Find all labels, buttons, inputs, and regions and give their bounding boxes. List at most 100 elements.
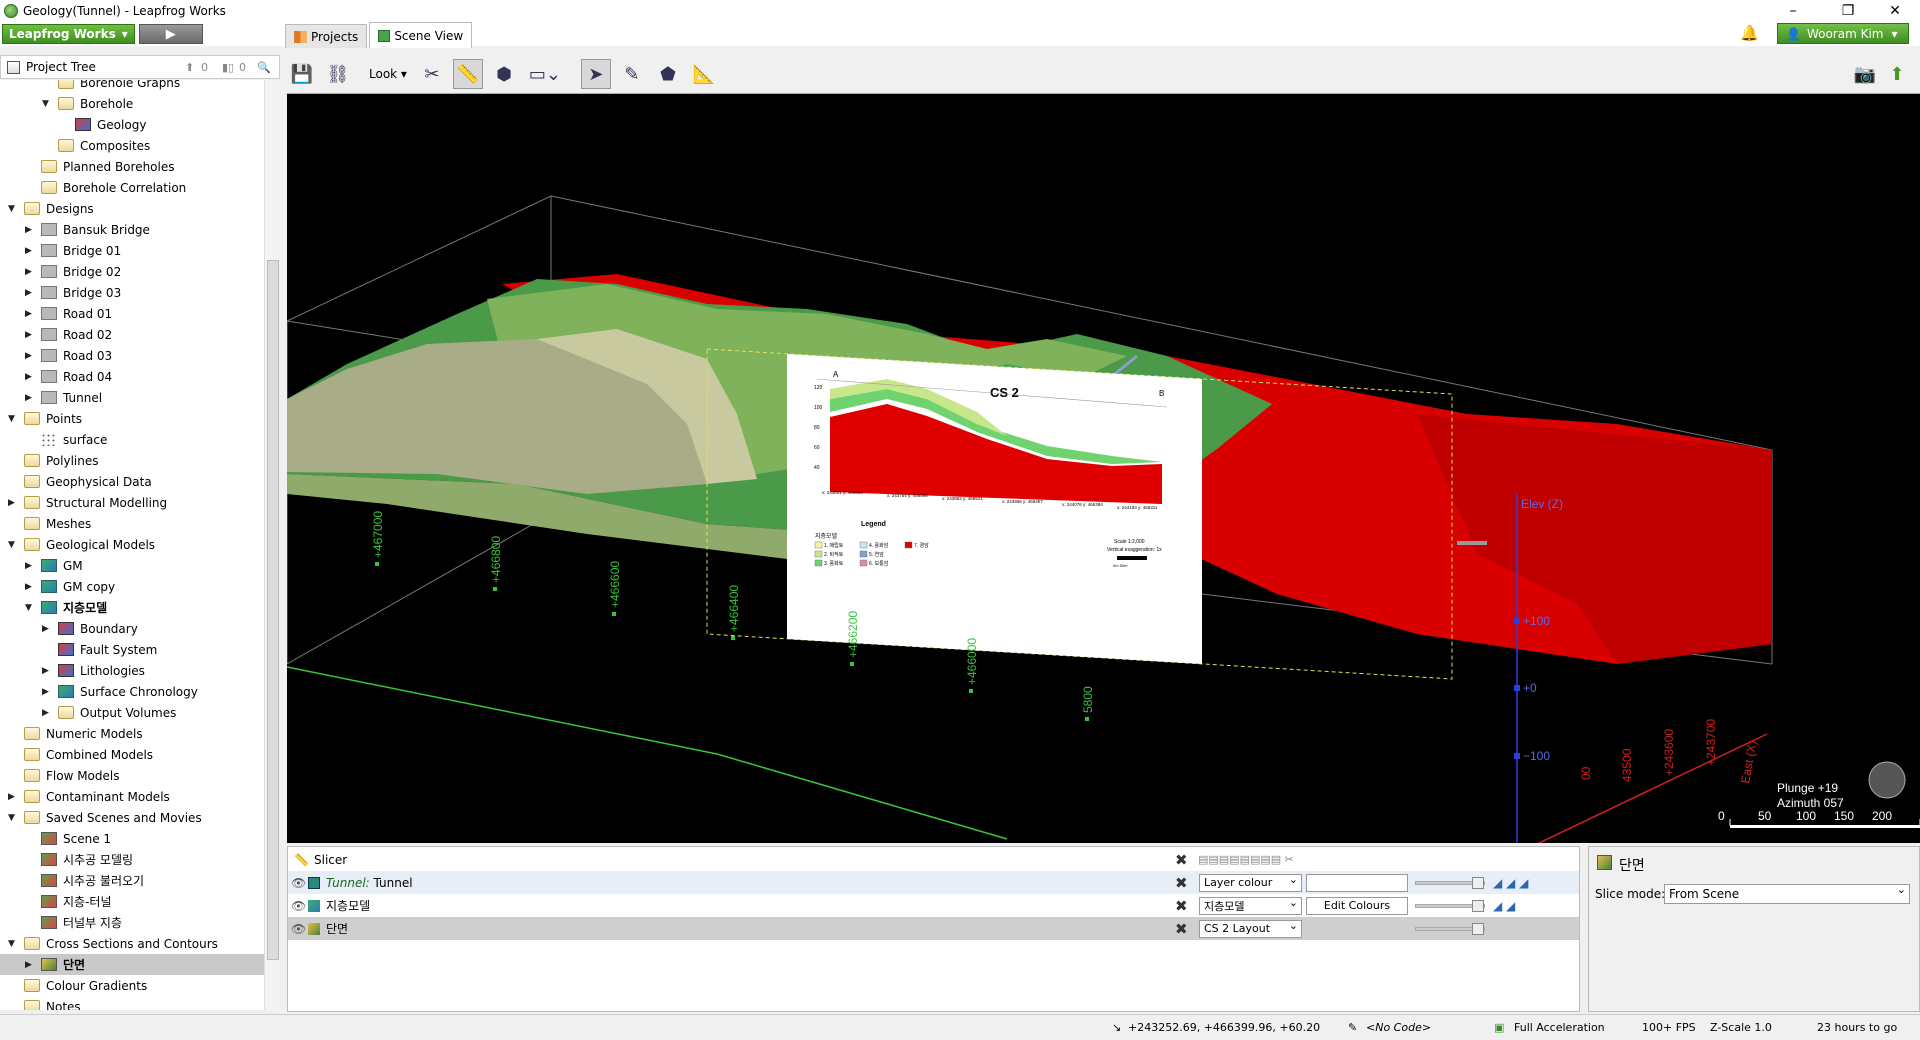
notifications-bell-icon[interactable]: 🔔: [1740, 24, 1759, 42]
expand-toggle-icon[interactable]: ▶: [42, 624, 54, 634]
tree-item[interactable]: Composites: [0, 135, 264, 156]
save-scene-icon[interactable]: 💾: [287, 59, 317, 89]
ruler-tool-icon[interactable]: 📏: [452, 59, 483, 89]
tree-item[interactable]: ▶ Road 01: [0, 303, 264, 324]
tree-item[interactable]: ▼ Points: [0, 408, 264, 429]
tree-item[interactable]: Meshes: [0, 513, 264, 534]
tree-item[interactable]: ▶ Lithologies: [0, 660, 264, 681]
app-menu-button[interactable]: Leapfrog Works ▾: [2, 24, 135, 44]
layout-dropdown-section[interactable]: CS 2 Layout: [1199, 919, 1302, 938]
tunnel-filter-field[interactable]: [1306, 873, 1408, 892]
draw-line-icon[interactable]: ✎: [617, 59, 647, 89]
expand-toggle-icon[interactable]: ▶: [25, 582, 37, 592]
tab-scene-view[interactable]: Scene View: [369, 22, 473, 48]
visibility-eye-icon[interactable]: 👁: [291, 922, 306, 936]
tree-item[interactable]: Combined Models: [0, 744, 264, 765]
maximize-button[interactable]: ❐: [1825, 0, 1871, 22]
edit-colours-button[interactable]: Edit Colours: [1306, 896, 1408, 915]
scene-canvas[interactable]: CS 2 A B 120 100 80 60 40 x: 243601 y: 46665…: [287, 94, 1920, 843]
remove-tunnel-icon[interactable]: ✖: [1175, 874, 1188, 892]
select-tool-icon[interactable]: ➤: [580, 59, 611, 89]
expand-toggle-icon[interactable]: ▶: [25, 309, 37, 319]
user-menu-button[interactable]: 👤 Wooram Kim ▾: [1777, 23, 1909, 44]
tree-item[interactable]: ▶ Structural Modelling: [0, 492, 264, 513]
tree-item[interactable]: Geology: [0, 114, 264, 135]
sort-up-icon[interactable]: ⬆: [185, 61, 194, 74]
slicer-box-icon[interactable]: ▭⌄: [525, 59, 565, 89]
expand-toggle-icon[interactable]: ▼: [8, 414, 20, 424]
move-plane-icon[interactable]: ⬢: [489, 59, 519, 89]
tree-item[interactable]: Notes: [0, 996, 264, 1010]
expand-toggle-icon[interactable]: ▶: [25, 561, 37, 571]
tree-item[interactable]: ▶ Bridge 02: [0, 261, 264, 282]
tree-item[interactable]: ▶ 단면: [0, 954, 264, 975]
expand-toggle-icon[interactable]: ▶: [25, 393, 37, 403]
opacity-slider-tunnel[interactable]: [1415, 876, 1485, 889]
slice-mode-dropdown[interactable]: From Scene: [1664, 883, 1910, 904]
columns-icon[interactable]: ▮▯: [222, 61, 234, 74]
tree-item[interactable]: Numeric Models: [0, 723, 264, 744]
tree-item[interactable]: Planned Boreholes: [0, 156, 264, 177]
expand-toggle-icon[interactable]: ▶: [25, 351, 37, 361]
remove-slicer-icon[interactable]: ✖: [1175, 851, 1188, 869]
expand-toggle-icon[interactable]: ▶: [8, 792, 20, 802]
slicer-tools-icon[interactable]: ▤▤▤▤▤▤▤▤ ✂: [1198, 853, 1294, 866]
scene-row-geomodel[interactable]: 👁 지층모델 ✖ 지층모델 Edit Colours ◢ ◢: [288, 894, 1579, 917]
tree-item[interactable]: ▼ Geological Models: [0, 534, 264, 555]
tree-item[interactable]: ▼ Saved Scenes and Movies: [0, 807, 264, 828]
tree-item[interactable]: ▶ Bansuk Bridge: [0, 219, 264, 240]
tree-item[interactable]: ▶ Contaminant Models: [0, 786, 264, 807]
tree-item[interactable]: 시추공 불러오기: [0, 870, 264, 891]
expand-toggle-icon[interactable]: ▶: [42, 687, 54, 697]
remove-section-icon[interactable]: ✖: [1175, 920, 1188, 938]
tree-item[interactable]: ▼ 지층모델: [0, 597, 264, 618]
tree-item[interactable]: Borehole Graphs: [0, 80, 264, 93]
tree-item[interactable]: Flow Models: [0, 765, 264, 786]
tree-item[interactable]: Scene 1: [0, 828, 264, 849]
expand-toggle-icon[interactable]: ▶: [42, 666, 54, 676]
tree-item[interactable]: Geophysical Data: [0, 471, 264, 492]
expand-toggle-icon[interactable]: ▼: [25, 603, 37, 613]
tree-item[interactable]: 시추공 모델링: [0, 849, 264, 870]
expand-toggle-icon[interactable]: ▼: [8, 204, 20, 214]
screenshot-camera-icon[interactable]: 📷: [1850, 59, 1880, 89]
tree-item[interactable]: ▼ Cross Sections and Contours: [0, 933, 264, 954]
opacity-slider-geomodel[interactable]: [1415, 899, 1485, 912]
scene-row-slicer[interactable]: 📏 Slicer ✖ ▤▤▤▤▤▤▤▤ ✂: [288, 848, 1579, 871]
tree-item[interactable]: 지층-터널: [0, 891, 264, 912]
play-button[interactable]: ▶: [138, 24, 203, 44]
tree-item[interactable]: ▶ Road 02: [0, 324, 264, 345]
tree-item[interactable]: ▶ Tunnel: [0, 387, 264, 408]
visibility-eye-icon[interactable]: 👁: [291, 899, 306, 913]
slice-tool-icon[interactable]: ✂: [417, 59, 447, 89]
expand-toggle-icon[interactable]: ▶: [25, 288, 37, 298]
scene-row-tunnel[interactable]: 👁 Tunnel: Tunnel ✖ Layer colour ◢ ◢ ◢: [288, 871, 1579, 894]
tree-item[interactable]: ▶ Bridge 03: [0, 282, 264, 303]
project-tree-scrollbar[interactable]: [264, 80, 280, 1010]
opacity-slider-section[interactable]: [1415, 922, 1485, 935]
tree-item[interactable]: ▼ Borehole: [0, 93, 264, 114]
tree-item[interactable]: ▼ Designs: [0, 198, 264, 219]
tree-item[interactable]: ▶ Boundary: [0, 618, 264, 639]
visibility-eye-icon[interactable]: 👁: [291, 876, 306, 890]
tree-item[interactable]: Borehole Correlation: [0, 177, 264, 198]
expand-toggle-icon[interactable]: ▶: [25, 330, 37, 340]
expand-toggle-icon[interactable]: ▶: [8, 498, 20, 508]
tree-item[interactable]: ▶ Road 04: [0, 366, 264, 387]
measure-icon[interactable]: 📐: [689, 59, 719, 89]
scene-row-section[interactable]: 👁 단면 ✖ CS 2 Layout: [288, 917, 1579, 940]
remove-geomodel-icon[interactable]: ✖: [1175, 897, 1188, 915]
colour-dropdown-geomodel[interactable]: 지층모델: [1199, 896, 1302, 915]
export-upload-icon[interactable]: ⬆: [1882, 59, 1912, 89]
tree-item[interactable]: Polylines: [0, 450, 264, 471]
expand-toggle-icon[interactable]: ▶: [42, 708, 54, 718]
look-dropdown[interactable]: Look ▾: [369, 67, 407, 81]
properties-icon[interactable]: ◢ ◢: [1493, 899, 1515, 913]
tree-item[interactable]: ▶ GM: [0, 555, 264, 576]
expand-toggle-icon[interactable]: ▶: [25, 267, 37, 277]
tree-item[interactable]: ▶ GM copy: [0, 576, 264, 597]
tree-item[interactable]: ▶ Road 03: [0, 345, 264, 366]
tree-item[interactable]: 터널부 지층: [0, 912, 264, 933]
expand-toggle-icon[interactable]: ▶: [25, 225, 37, 235]
code-field[interactable]: <No Code>: [1366, 1021, 1431, 1034]
